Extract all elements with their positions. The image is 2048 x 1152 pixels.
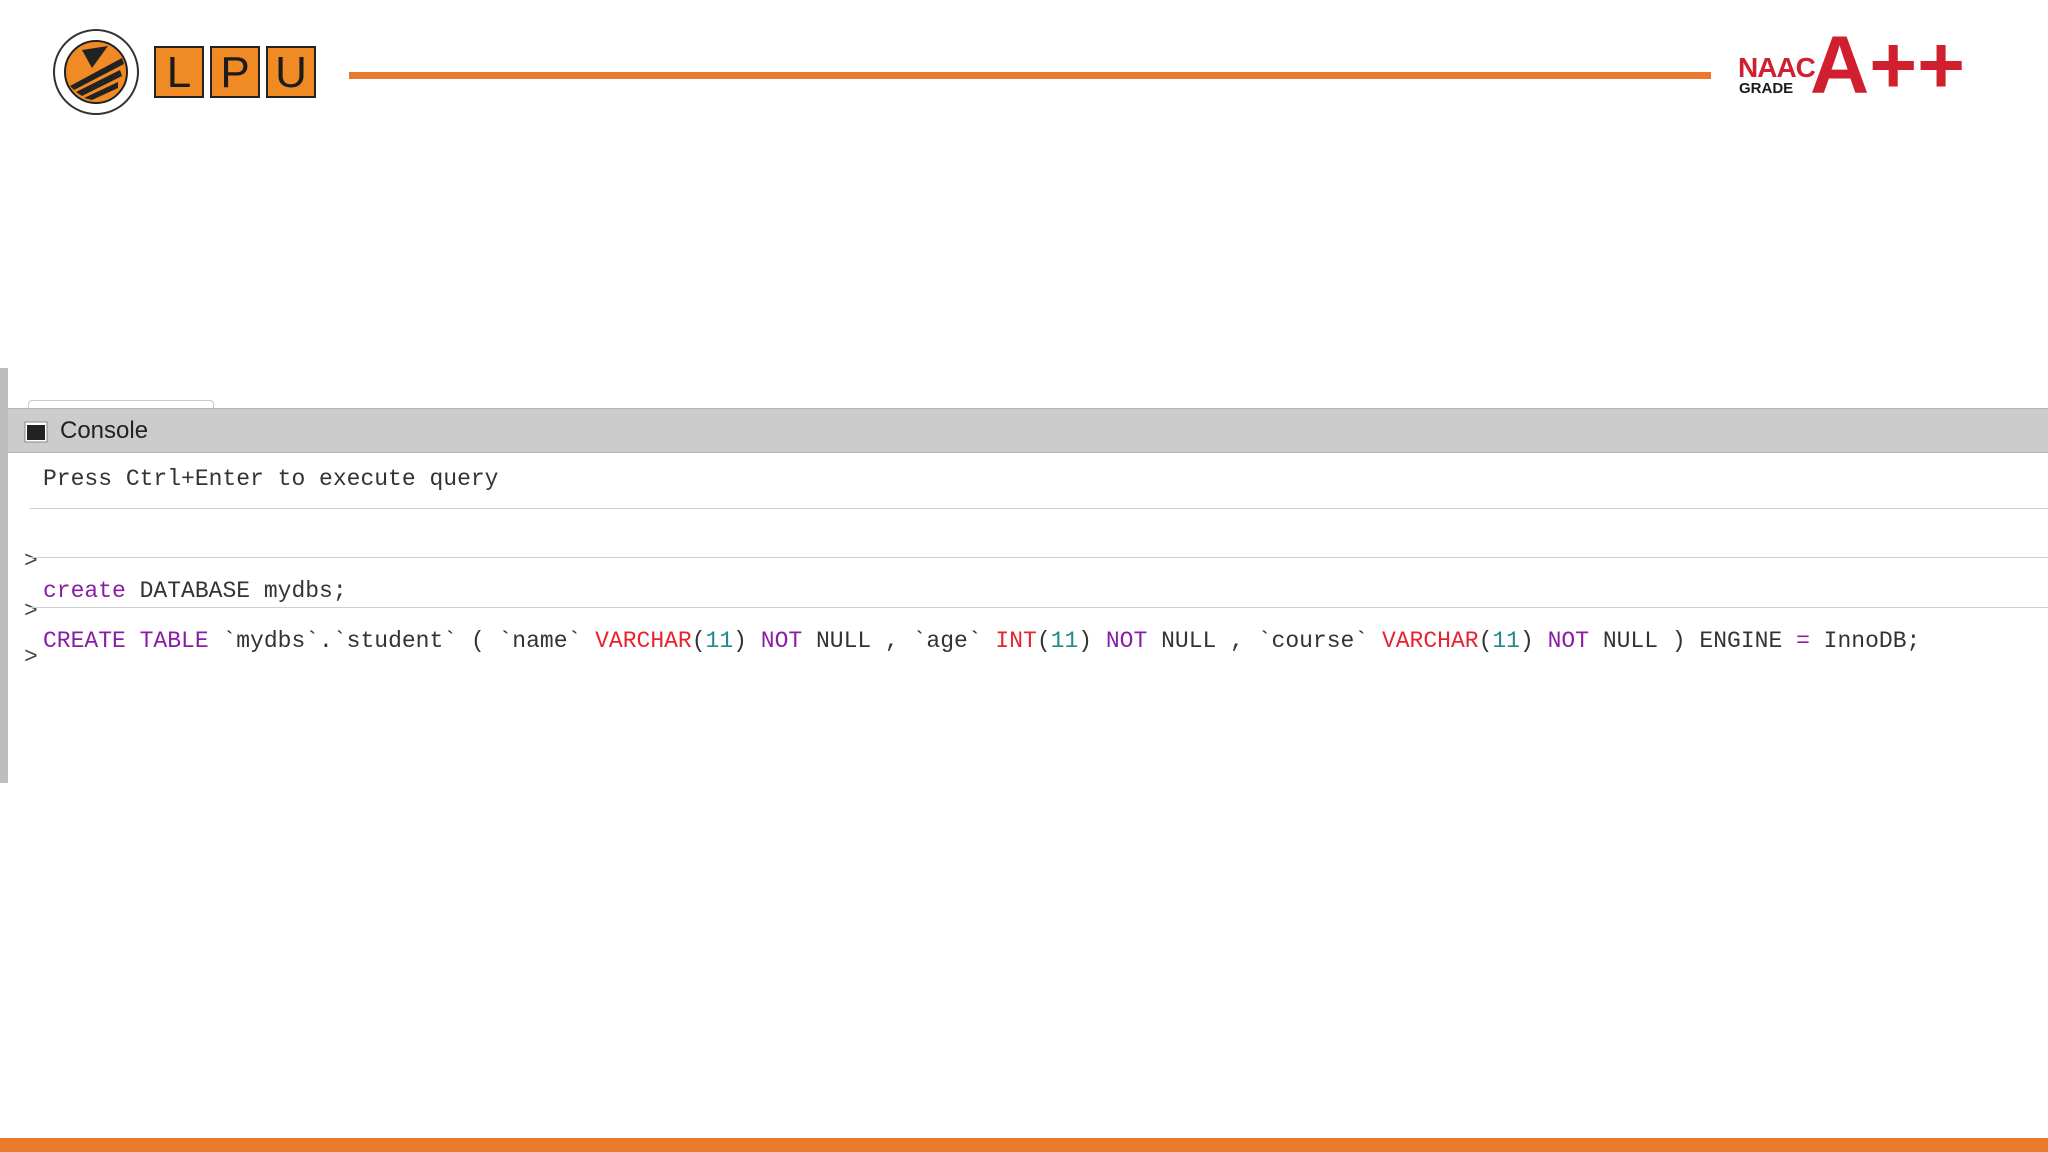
lpu-logo: L P U [52, 26, 322, 118]
execute-hint: Press Ctrl+Enter to execute query [43, 466, 499, 492]
console-title: Console [60, 417, 149, 444]
console-body[interactable]: Press Ctrl+Enter to execute query > crea… [8, 452, 2048, 783]
footer-rule [0, 1138, 2048, 1152]
grade-value: A++ [1810, 20, 1965, 111]
console-header[interactable]: Console [8, 408, 2048, 453]
console-history-entry[interactable]: > create DATABASE mydbs; [8, 516, 347, 604]
divider [30, 508, 2048, 509]
sql-token-plain: DATABASE mydbs; [125, 578, 347, 604]
university-emblem-icon [53, 29, 139, 115]
header-rule [349, 72, 1711, 79]
naac-grade-logo: NAAC GRADE A++ [1738, 20, 2006, 111]
panel-left-border [0, 368, 8, 783]
divider [30, 557, 2048, 558]
terminal-icon [24, 421, 48, 443]
console-history-entry[interactable]: > CREATE TABLE `mydbs`.`student` ( `name… [8, 566, 1920, 654]
logo-letter-l: L [154, 46, 204, 98]
divider [30, 607, 2048, 608]
prompt-icon: > [24, 644, 38, 670]
query-text: create DATABASE mydbs; [43, 576, 347, 606]
grade-label: GRADE [1739, 80, 1794, 97]
logo-letter-p: P [210, 46, 260, 98]
console-input-row[interactable]: > [8, 612, 2048, 670]
logo-letter-u: U [266, 46, 316, 98]
